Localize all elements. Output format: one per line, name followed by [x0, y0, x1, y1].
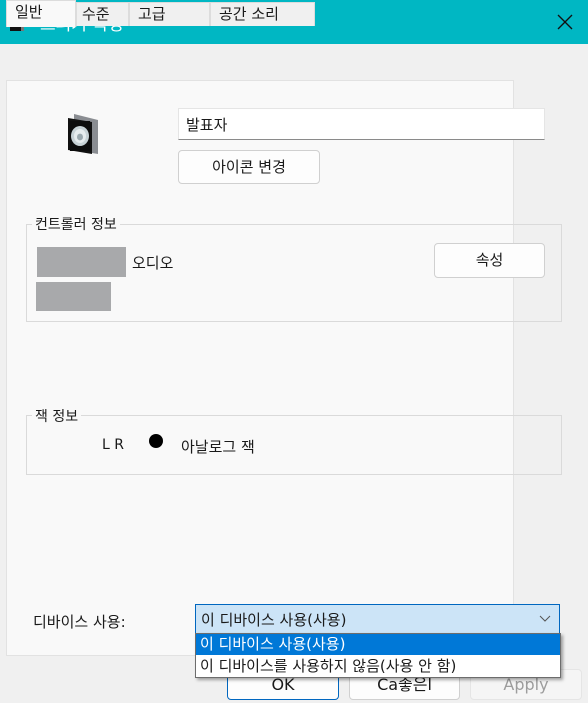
controller-properties-button[interactable]: 속성	[434, 243, 545, 278]
tab-levels[interactable]: 수준	[76, 2, 129, 26]
jack-type: 아날로그 잭	[181, 438, 255, 456]
tab-advanced[interactable]: 고급	[129, 2, 210, 26]
jack-info-title: 잭 정보	[32, 406, 82, 426]
device-usage-selected-value: 이 디바이스 사용(사용)	[201, 611, 347, 629]
tab-spatial-sound[interactable]: 공간 소리	[210, 2, 315, 26]
tab-label: 고급	[138, 5, 166, 23]
redacted-controller-vendor	[36, 282, 111, 311]
tab-label: 공간 소리	[219, 5, 279, 23]
change-icon-button[interactable]: 아이콘 변경	[178, 150, 320, 184]
tab-label: 일반	[15, 3, 43, 21]
jack-color-dot-icon	[149, 434, 163, 448]
chevron-down-icon[interactable]	[539, 613, 551, 623]
controller-name-suffix: 오디오	[132, 254, 174, 272]
dropdown-option-disable[interactable]: 이 디바이스를 사용하지 않음(사용 안 함)	[196, 656, 560, 677]
device-usage-label: 디바이스 사용:	[33, 613, 126, 631]
jack-channels: L R	[102, 437, 124, 453]
redacted-controller-name	[37, 247, 126, 277]
speaker-icon	[68, 114, 98, 154]
device-usage-select[interactable]: 이 디바이스 사용(사용)	[195, 604, 560, 634]
tab-label: 수준	[82, 5, 110, 23]
device-name-input[interactable]	[178, 108, 545, 140]
dropdown-option-enable[interactable]: 이 디바이스 사용(사용)	[196, 634, 560, 655]
close-icon[interactable]	[546, 8, 582, 36]
device-usage-dropdown-list: 이 디바이스 사용(사용) 이 디바이스를 사용하지 않음(사용 안 함)	[195, 633, 561, 678]
controller-info-title: 컨트롤러 정보	[32, 214, 120, 234]
tab-general[interactable]: 일반	[6, 0, 76, 27]
